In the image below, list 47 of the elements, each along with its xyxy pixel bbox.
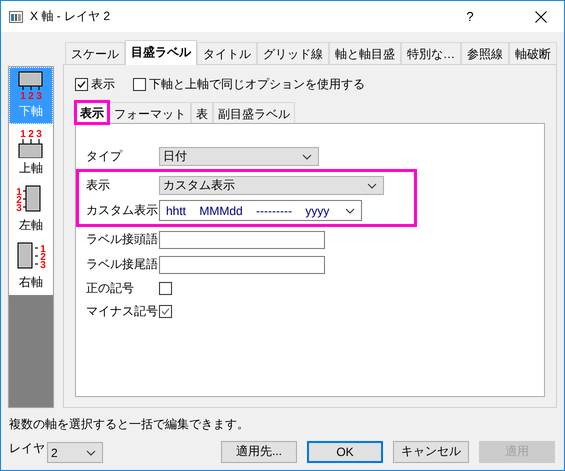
checkbox[interactable] xyxy=(75,78,88,90)
checkbox[interactable] xyxy=(133,78,146,90)
tab[interactable]: 軸と軸目盛 xyxy=(329,42,401,64)
help-button[interactable]: ? xyxy=(455,9,485,24)
app-icon xyxy=(9,10,23,22)
checkbox[interactable] xyxy=(159,305,172,318)
tab[interactable]: 参照線 xyxy=(461,42,509,64)
tab[interactable]: スケール xyxy=(65,42,125,64)
tab[interactable]: タイトル xyxy=(197,42,257,64)
axis-item[interactable]: 123 右軸 xyxy=(9,238,53,295)
field-label: タイプ xyxy=(86,148,124,165)
hint-text: 複数の軸を選択すると一括で編集できます。 xyxy=(8,416,250,433)
layer-dropdown[interactable]: 2 xyxy=(47,442,103,463)
window-title: X 軸 - レイヤ 2 xyxy=(30,8,112,25)
field-label: 表示 xyxy=(86,177,111,194)
layer-label: レイヤ xyxy=(9,440,45,457)
checkbox[interactable] xyxy=(159,282,172,295)
tab[interactable]: フォーマット xyxy=(109,102,191,123)
chevron-down-icon xyxy=(367,182,377,188)
checkbox-label: 下軸と上軸で同じオプションを使用する xyxy=(149,76,365,92)
chevron-down-icon xyxy=(345,208,355,214)
dropdown[interactable]: 日付 xyxy=(159,147,319,166)
tab[interactable]: 軸破断 xyxy=(509,42,557,64)
field-label: 正の記号 xyxy=(86,280,135,297)
field-label: カスタム表示 xyxy=(86,202,159,219)
dialog-button[interactable]: 適用先... xyxy=(221,440,297,462)
field-label: ラベル接頭語 xyxy=(86,231,159,248)
field-label: ラベル接尾語 xyxy=(86,256,159,273)
chevron-down-icon xyxy=(302,154,312,160)
checkbox-label: 表示 xyxy=(91,76,115,92)
tab[interactable]: 目盛ラベル xyxy=(125,40,197,65)
tab[interactable]: 特別な… xyxy=(401,42,461,64)
tab[interactable]: 表 xyxy=(191,102,213,123)
dialog-button[interactable]: キャンセル xyxy=(393,440,469,462)
input-field[interactable] xyxy=(159,230,325,248)
close-icon[interactable] xyxy=(535,10,547,22)
axis-item[interactable]: 123 上軸 xyxy=(9,124,53,181)
tab[interactable]: 表示 xyxy=(75,101,109,124)
chevron-down-icon xyxy=(86,450,96,456)
axis-item[interactable]: 123 左軸 xyxy=(9,181,53,238)
tab[interactable]: 副目盛ラベル xyxy=(213,102,295,123)
input-field[interactable] xyxy=(159,256,325,274)
tab[interactable]: グリッド線 xyxy=(257,42,329,64)
dialog-button[interactable]: OK xyxy=(307,440,383,462)
dropdown[interactable]: カスタム表示 xyxy=(159,176,384,195)
combo-box[interactable]: hhtt MMMdd --------- yyyy xyxy=(159,200,362,221)
field-label: マイナス記号 xyxy=(86,303,159,320)
